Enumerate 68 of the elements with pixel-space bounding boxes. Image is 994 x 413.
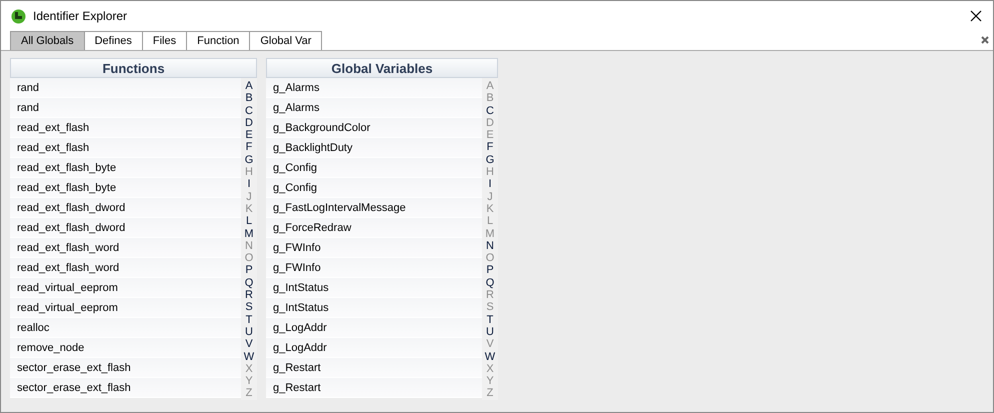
list-item[interactable]: rand [10,78,241,98]
panel-header: Global Variables [266,58,498,78]
list-item[interactable]: g_IntStatus [266,298,482,318]
panel-header: Functions [10,58,257,78]
index-letter[interactable]: S [241,301,257,314]
list-item[interactable]: read_ext_flash_word [10,238,241,258]
list-item[interactable]: remove_node [10,338,241,358]
index-letter[interactable]: E [241,129,257,142]
close-icon [970,10,982,22]
index-letter[interactable]: G [241,154,257,166]
window-title: Identifier Explorer [33,9,128,23]
list-item[interactable]: g_FWInfo [266,258,482,278]
list-item[interactable]: realloc [10,318,241,338]
list-item[interactable]: g_BackgroundColor [266,118,482,138]
index-letter[interactable]: M [241,228,257,240]
index-letter[interactable]: R [241,289,257,302]
list-item[interactable]: read_ext_flash_dword [10,198,241,218]
list-item[interactable]: read_ext_flash [10,138,241,158]
index-letter[interactable]: I [241,178,257,191]
list-item[interactable]: g_Alarms [266,78,482,98]
list-item[interactable]: sector_erase_ext_flash [10,378,241,398]
index-letter[interactable]: C [241,104,257,117]
index-letter[interactable]: A [241,80,257,92]
index-letter[interactable]: F [482,141,498,154]
index-letter[interactable]: W [241,350,257,363]
list-item[interactable]: g_FWInfo [266,238,482,258]
list-item[interactable]: g_FastLogIntervalMessage [266,198,482,218]
list-item[interactable]: read_virtual_eeprom [10,298,241,318]
list-item[interactable]: g_Config [266,178,482,198]
list-item[interactable]: read_ext_flash [10,118,241,138]
index-letter[interactable]: W [482,350,498,363]
index-letter[interactable]: F [241,141,257,154]
list-item[interactable]: rand [10,98,241,118]
index-letter[interactable]: I [482,178,498,191]
index-letter[interactable]: V [241,338,257,351]
list-item[interactable]: g_IntStatus [266,278,482,298]
index-letter[interactable]: B [241,92,257,105]
index-letter[interactable]: T [482,314,498,326]
index-letter[interactable]: Q [482,276,498,290]
list-item[interactable]: g_ForceRedraw [266,218,482,238]
list-item[interactable]: g_LogAddr [266,338,482,358]
list-item[interactable]: g_Restart [266,358,482,378]
list-item[interactable]: g_LogAddr [266,318,482,338]
index-letter[interactable]: N [482,240,498,252]
list-item[interactable]: read_ext_flash_byte [10,158,241,178]
tab[interactable]: All Globals [10,31,85,50]
app-logo-icon [10,8,27,24]
index-letter[interactable]: U [482,326,498,338]
index-letter[interactable]: T [241,314,257,326]
index-letter[interactable]: U [241,326,257,338]
tab[interactable]: Global Var [249,31,322,50]
list-item[interactable]: read_ext_flash_word [10,258,241,278]
index-letter[interactable]: D [241,116,257,130]
list-item[interactable]: read_virtual_eeprom [10,278,241,298]
index-letter[interactable]: C [482,104,498,117]
list-item[interactable]: sector_erase_ext_flash [10,358,241,378]
index-letter[interactable]: G [482,154,498,166]
list-item[interactable]: g_Restart [266,378,482,398]
close-icon [981,36,989,44]
index-letter[interactable]: L [241,215,257,228]
index-letter[interactable]: P [241,264,257,277]
index-letter[interactable]: P [482,264,498,277]
list-item[interactable]: read_ext_flash_dword [10,218,241,238]
list-item[interactable]: g_Config [266,158,482,178]
list-item[interactable]: g_Alarms [266,98,482,118]
list-item[interactable]: g_BacklightDuty [266,138,482,158]
index-letter[interactable]: Q [241,276,257,290]
list-item[interactable]: read_ext_flash_byte [10,178,241,198]
